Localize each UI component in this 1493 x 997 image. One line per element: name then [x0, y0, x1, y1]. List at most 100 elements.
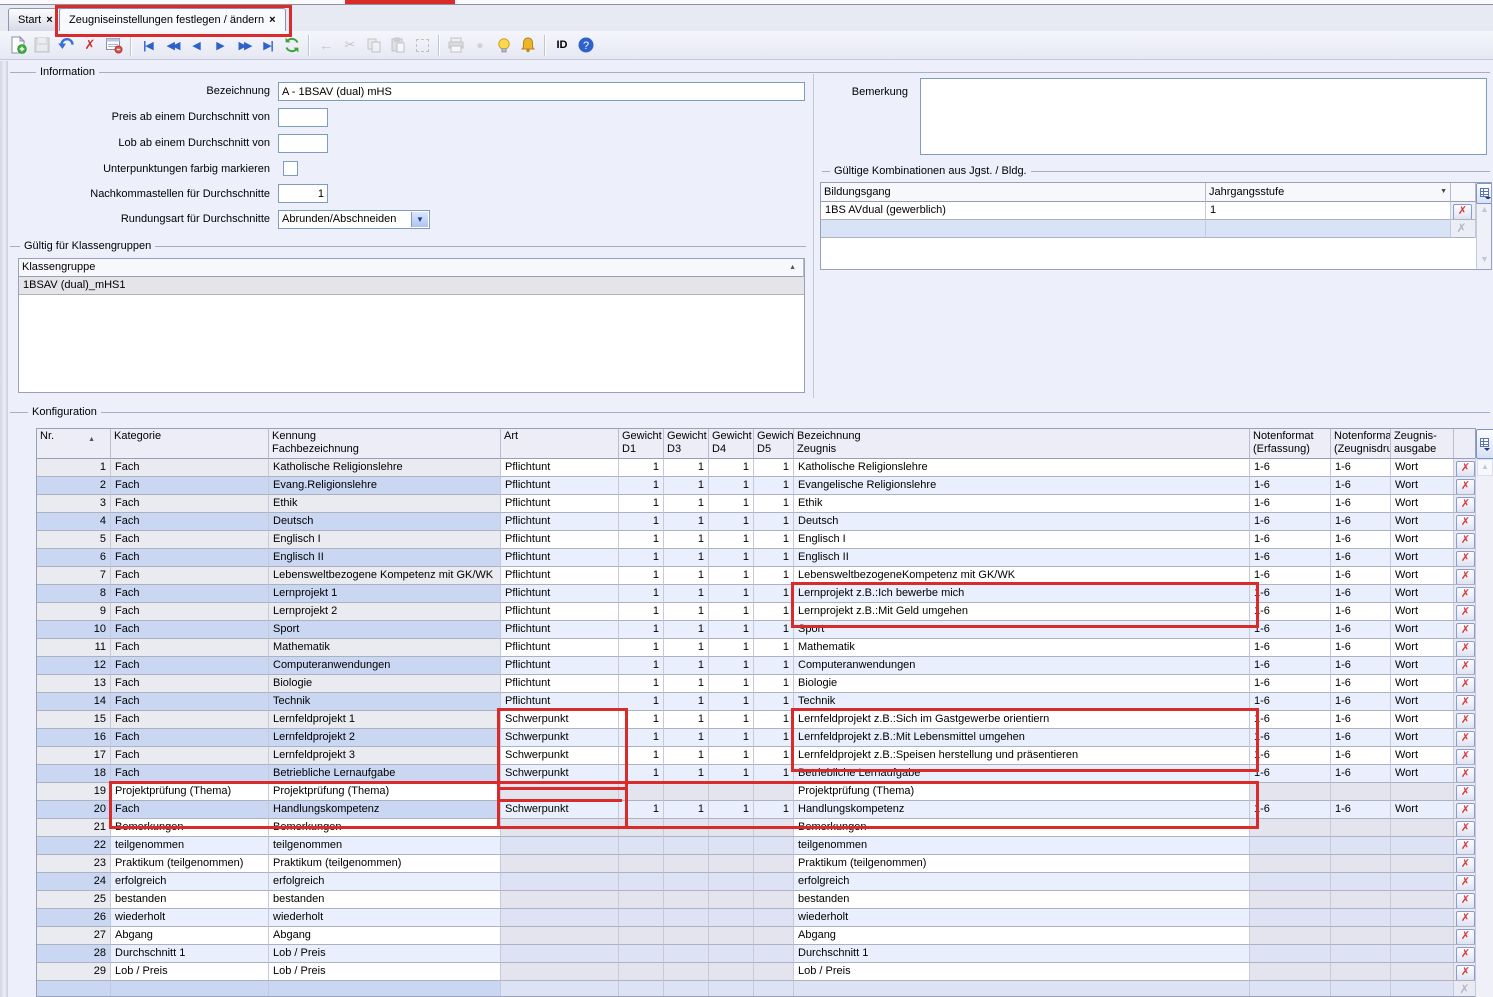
cell-notenformat-erfassung[interactable]: 1-6	[1250, 765, 1331, 783]
cell-kategorie[interactable]: Fach	[111, 549, 269, 567]
cell-nr[interactable]: 13	[37, 675, 111, 693]
cell-kategorie[interactable]: Bemerkungen	[111, 819, 269, 837]
select-region-icon[interactable]	[410, 33, 434, 57]
scroll-up-icon[interactable]: ▲	[1480, 204, 1489, 214]
cell-gewicht-d3[interactable]: 1	[664, 639, 709, 657]
delete-row-button[interactable]: ✗	[1456, 857, 1475, 873]
cell-kennung[interactable]: teilgenommen	[269, 837, 501, 855]
cell-notenformat-erfassung[interactable]	[1250, 963, 1331, 981]
cell-art[interactable]: Schwerpunkt	[501, 729, 619, 747]
cell-notenformat-erfassung[interactable]: 1-6	[1250, 747, 1331, 765]
cell-notenformat-erfassung[interactable]: 1-6	[1250, 657, 1331, 675]
cell-zeugnisausgabe[interactable]: Wort	[1391, 801, 1454, 819]
delete-row-button[interactable]: ✗	[1456, 479, 1475, 495]
cell-gewicht-d3[interactable]: 1	[664, 585, 709, 603]
delete-row-button[interactable]: ✗	[1456, 515, 1475, 531]
cell-nr[interactable]: 10	[37, 621, 111, 639]
cell-notenformat-zeugnisdruck[interactable]: 1-6	[1331, 657, 1391, 675]
cell-notenformat-erfassung[interactable]: 1-6	[1250, 495, 1331, 513]
cell-zeugnisausgabe[interactable]: Wort	[1391, 459, 1454, 477]
cell-kategorie[interactable]: Fach	[111, 657, 269, 675]
cell-kennung[interactable]: Lob / Preis	[269, 945, 501, 963]
cell-nr[interactable]: 23	[37, 855, 111, 873]
new-record-icon[interactable]	[6, 33, 30, 57]
cell-notenformat-zeugnisdruck[interactable]: 1-6	[1331, 747, 1391, 765]
back-arrow-icon[interactable]: ←	[314, 33, 338, 57]
cell-kategorie[interactable]: Fach	[111, 585, 269, 603]
print-icon[interactable]	[444, 33, 468, 57]
cell-notenformat-zeugnisdruck[interactable]: 1-6	[1331, 693, 1391, 711]
cell-bezeichnung[interactable]: Lernprojekt z.B.:Mit Geld umgehen	[794, 603, 1250, 621]
cell-nr[interactable]: 16	[37, 729, 111, 747]
cut-icon[interactable]: ✂	[338, 33, 362, 57]
cell-art[interactable]	[501, 981, 619, 997]
cell-kategorie[interactable]: Fach	[111, 675, 269, 693]
scroll-up-icon[interactable]: ▲	[1477, 459, 1493, 476]
cell-notenformat-zeugnisdruck[interactable]: 1-6	[1331, 495, 1391, 513]
cell-notenformat-zeugnisdruck[interactable]	[1331, 855, 1391, 873]
cell-gewicht-d1[interactable]	[619, 855, 664, 873]
cell-bezeichnung[interactable]: bestanden	[794, 891, 1250, 909]
id-button[interactable]: ID	[550, 33, 574, 57]
cell-gewicht-d5[interactable]: 1	[754, 747, 794, 765]
cell-bezeichnung[interactable]: Lernprojekt z.B.:Ich bewerbe mich	[794, 585, 1250, 603]
cell-gewicht-d5[interactable]: 1	[754, 711, 794, 729]
cell-notenformat-erfassung[interactable]: 1-6	[1250, 693, 1331, 711]
cell-notenformat-zeugnisdruck[interactable]: 1-6	[1331, 585, 1391, 603]
cell-kategorie[interactable]: Fach	[111, 567, 269, 585]
cell-gewicht-d1[interactable]	[619, 783, 664, 801]
cell-gewicht-d5[interactable]	[754, 855, 794, 873]
cell-notenformat-zeugnisdruck[interactable]	[1331, 783, 1391, 801]
cell-nr[interactable]: 1	[37, 459, 111, 477]
cell-bezeichnung[interactable]: Projektprüfung (Thema)	[794, 783, 1250, 801]
cell-notenformat-erfassung[interactable]	[1250, 819, 1331, 837]
cell-gewicht-d4[interactable]	[709, 909, 754, 927]
cell-gewicht-d3[interactable]: 1	[664, 711, 709, 729]
cell-notenformat-zeugnisdruck[interactable]	[1331, 837, 1391, 855]
cell-nr[interactable]: 22	[37, 837, 111, 855]
cell-gewicht-d1[interactable]: 1	[619, 747, 664, 765]
cell-art[interactable]: Schwerpunkt	[501, 747, 619, 765]
cell-gewicht-d1[interactable]	[619, 819, 664, 837]
cell-gewicht-d3[interactable]	[664, 981, 709, 997]
cell-gewicht-d3[interactable]: 1	[664, 765, 709, 783]
cell-bezeichnung[interactable]: Biologie	[794, 675, 1250, 693]
delete-row-button[interactable]: ✗	[1456, 893, 1475, 909]
cell-bezeichnung[interactable]: erfolgreich	[794, 873, 1250, 891]
cell-bezeichnung[interactable]: Durchschnitt 1	[794, 945, 1250, 963]
kombinationen-scrollbar[interactable]: ▲ ▼	[1476, 202, 1492, 269]
cell-nr[interactable]: 17	[37, 747, 111, 765]
cell-art[interactable]	[501, 783, 619, 801]
cell-kategorie[interactable]: wiederholt	[111, 909, 269, 927]
cell-nr[interactable]: 2	[37, 477, 111, 495]
cell-gewicht-d5[interactable]: 1	[754, 639, 794, 657]
cell-gewicht-d4[interactable]: 1	[709, 513, 754, 531]
cell-nr[interactable]: 26	[37, 909, 111, 927]
scroll-down-icon[interactable]: ▼	[1480, 254, 1489, 264]
cell-bezeichnung[interactable]: Lernfeldprojekt z.B.:Mit Lebensmittel um…	[794, 729, 1250, 747]
cell-art[interactable]: Pflichtunt	[501, 639, 619, 657]
cell-kennung[interactable]: Projektprüfung (Thema)	[269, 783, 501, 801]
cell-kennung[interactable]: Bemerkungen	[269, 819, 501, 837]
cell-kennung[interactable]: Katholische Religionslehre	[269, 459, 501, 477]
cell-notenformat-erfassung[interactable]	[1250, 981, 1331, 997]
cell-gewicht-d5[interactable]	[754, 819, 794, 837]
cell-gewicht-d1[interactable]	[619, 927, 664, 945]
cell-zeugnisausgabe[interactable]: Wort	[1391, 657, 1454, 675]
cell-gewicht-d4[interactable]: 1	[709, 693, 754, 711]
cell-bezeichnung[interactable]: Abgang	[794, 927, 1250, 945]
cell-bezeichnung[interactable]: Englisch I	[794, 531, 1250, 549]
cell-gewicht-d1[interactable]	[619, 981, 664, 997]
cell-notenformat-zeugnisdruck[interactable]: 1-6	[1331, 477, 1391, 495]
cell-bezeichnung[interactable]: Katholische Religionslehre	[794, 459, 1250, 477]
column-header-w3[interactable]: Gewicht D5	[754, 429, 794, 459]
cell-notenformat-zeugnisdruck[interactable]	[1331, 945, 1391, 963]
cell-bezeichnung[interactable]: wiederholt	[794, 909, 1250, 927]
delete-row-button[interactable]: ✗	[1456, 713, 1475, 729]
cell-kategorie[interactable]: Fach	[111, 495, 269, 513]
cell-kategorie[interactable]: Fach	[111, 621, 269, 639]
cell-notenformat-erfassung[interactable]: 1-6	[1250, 639, 1331, 657]
cell-gewicht-d1[interactable]	[619, 963, 664, 981]
cell-notenformat-erfassung[interactable]: 1-6	[1250, 531, 1331, 549]
delete-row-button[interactable]: ✗	[1456, 587, 1475, 603]
